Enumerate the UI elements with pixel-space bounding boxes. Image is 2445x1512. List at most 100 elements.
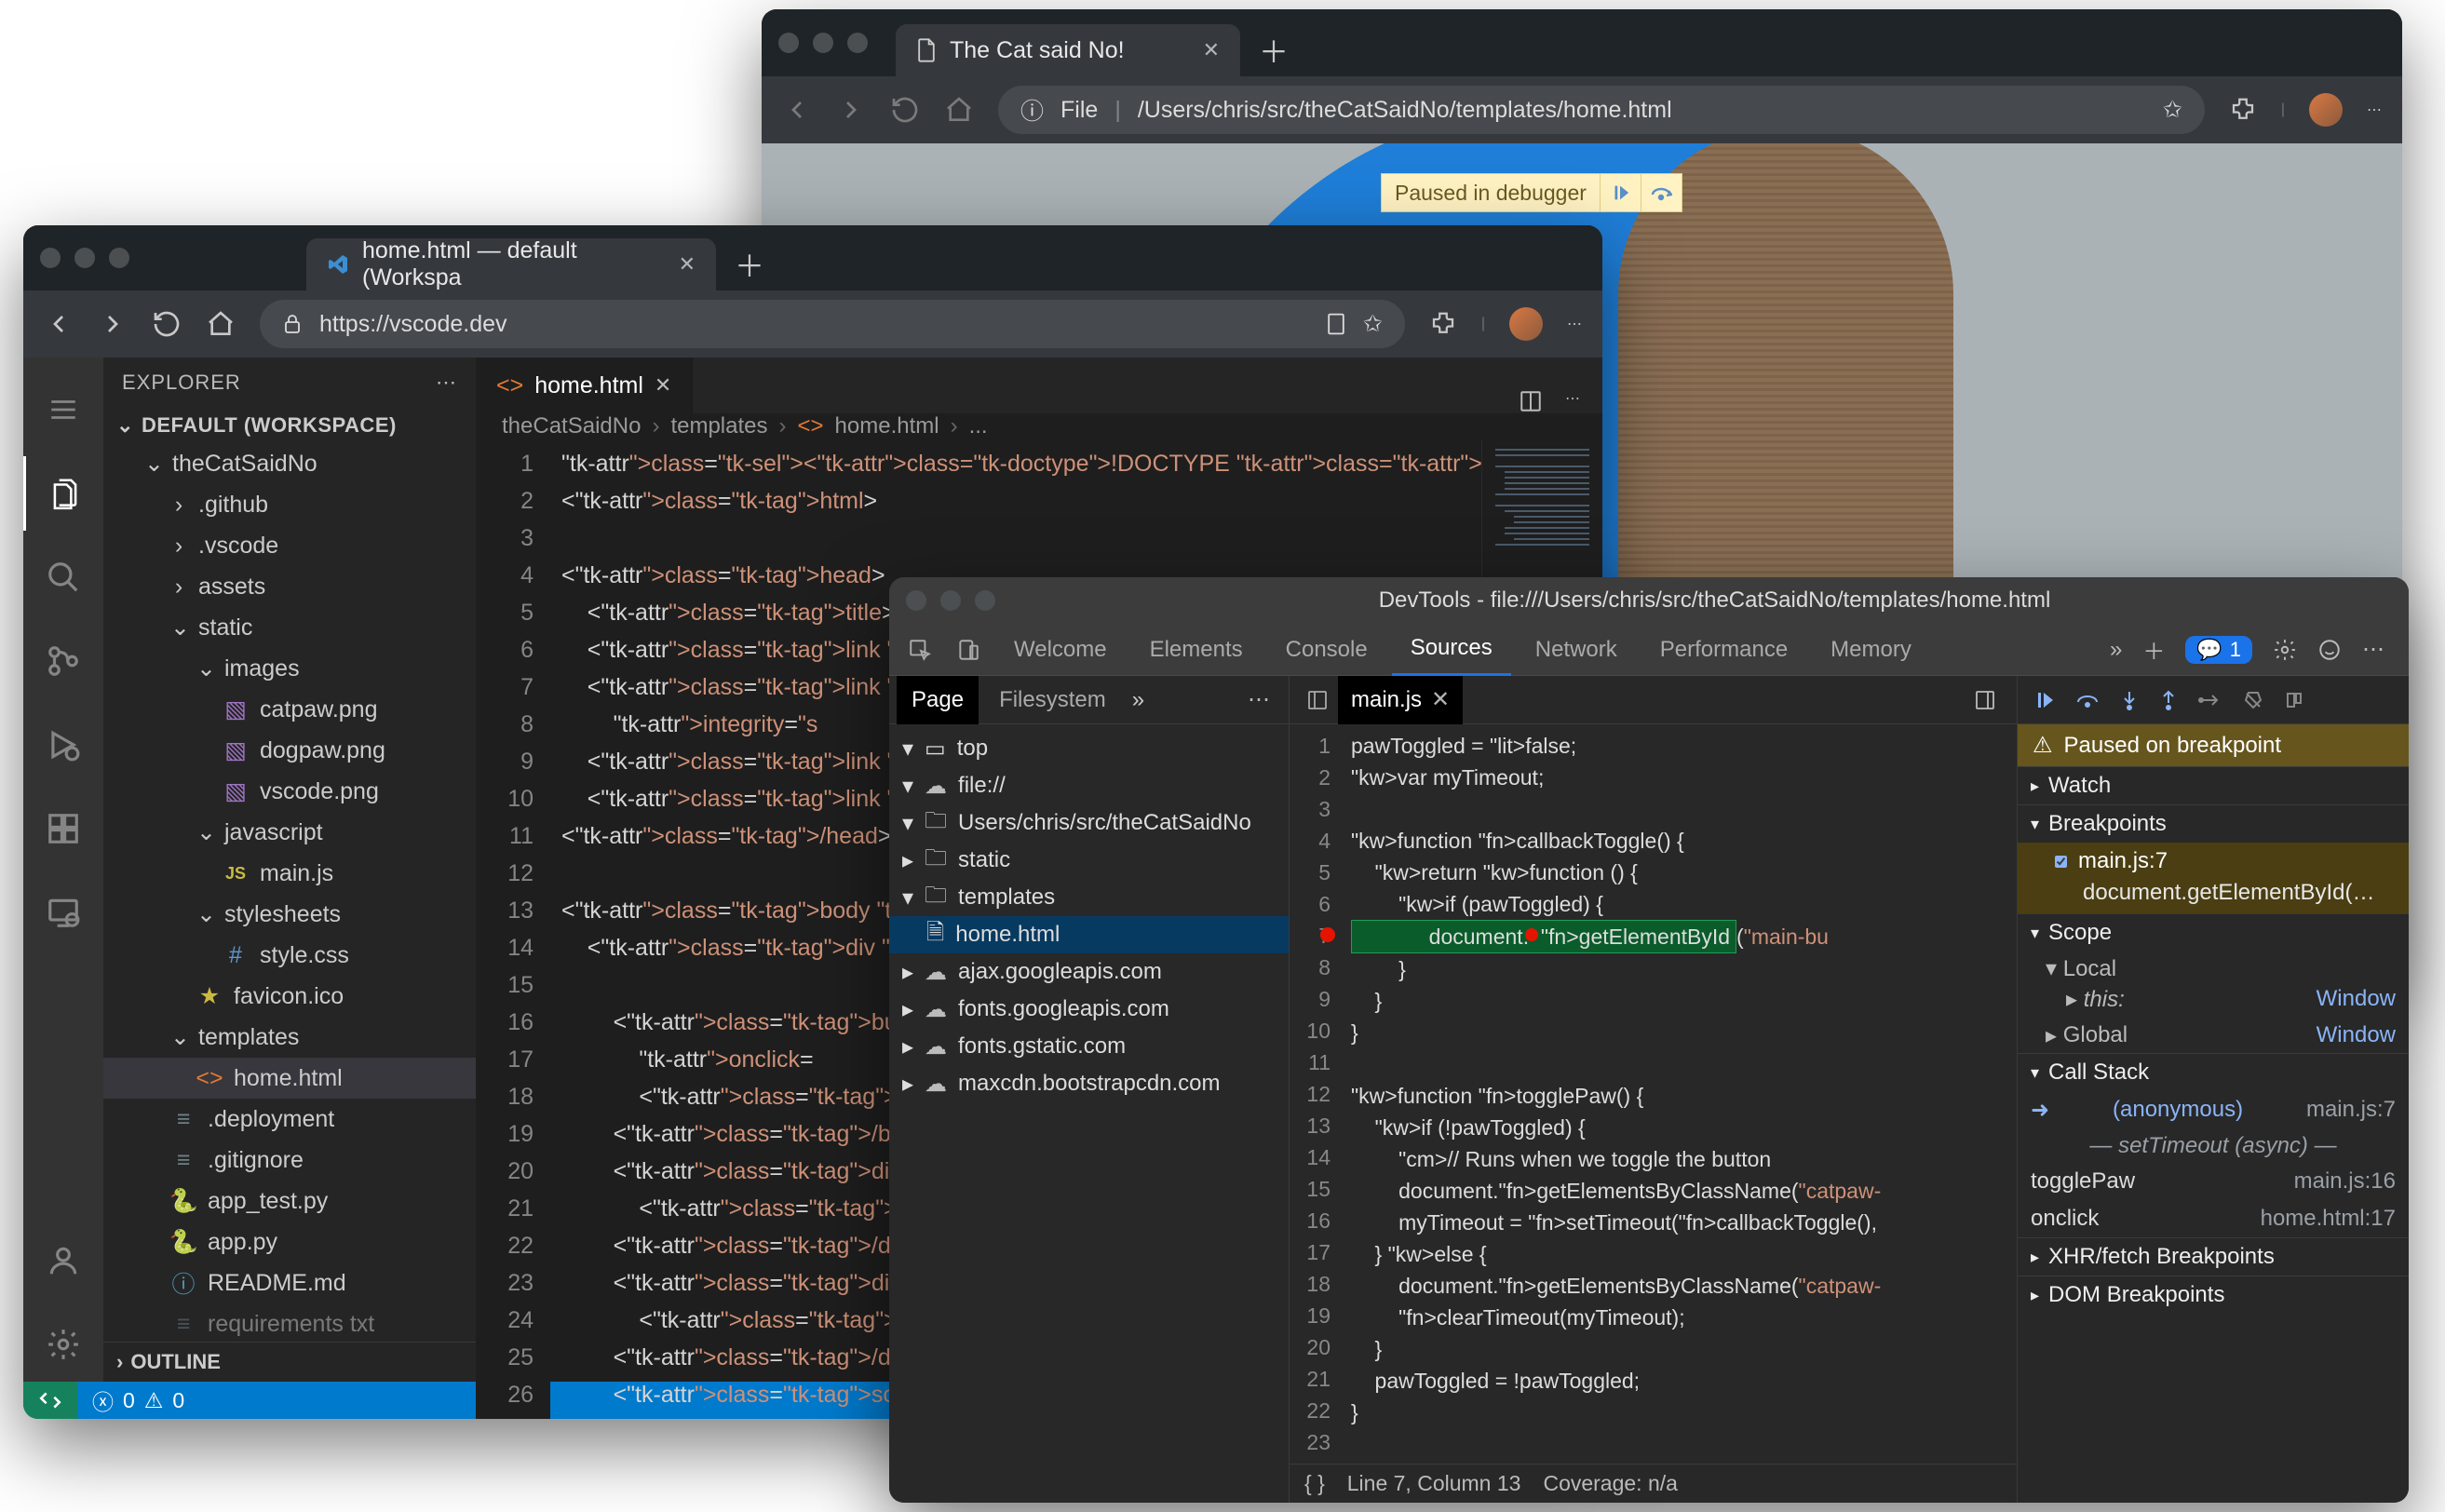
scope-this[interactable]: ▸ this: Window (2018, 986, 2409, 1019)
tab-sources[interactable]: Sources (1392, 624, 1511, 676)
search-icon[interactable] (23, 540, 103, 614)
traffic-close[interactable] (906, 590, 926, 611)
favorite-icon[interactable]: ✩ (1363, 310, 1383, 338)
back-icon[interactable] (782, 95, 812, 125)
callstack-frame[interactable]: togglePawmain.js:16 (2018, 1163, 2409, 1200)
editor-tab[interactable]: <> home.html ✕ (476, 358, 693, 413)
home-icon[interactable] (206, 309, 236, 339)
more-icon[interactable]: ⋯ (2367, 101, 2382, 119)
profile-avatar[interactable] (2309, 93, 2343, 127)
source-tab[interactable]: main.js ✕ (1338, 676, 1463, 724)
explorer-icon[interactable] (23, 456, 103, 531)
section-scope[interactable]: ▾Scope (2018, 913, 2409, 952)
tree-file[interactable]: ≡.gitignore (103, 1140, 476, 1181)
step-icon[interactable] (2198, 690, 2222, 710)
section-xhr-bp[interactable]: ▸XHR/fetch Breakpoints (2018, 1237, 2409, 1276)
tab-elements[interactable]: Elements (1131, 624, 1262, 676)
more-tabs-icon[interactable]: » (1132, 687, 1144, 713)
tree-file[interactable]: ≡requirements txt (103, 1303, 476, 1342)
tree-file[interactable]: ≡.deployment (103, 1099, 476, 1140)
pause-exceptions-icon[interactable] (2284, 690, 2304, 710)
more-icon[interactable]: ⋯ (1567, 315, 1582, 333)
favorite-icon[interactable]: ✩ (2163, 96, 2182, 124)
more-icon[interactable]: ⋯ (436, 371, 457, 395)
tree-folder[interactable]: ›.vscode (103, 525, 476, 566)
reader-icon[interactable] (1326, 312, 1346, 336)
crumb[interactable]: home.html (835, 413, 939, 439)
traffic-min[interactable] (813, 33, 833, 53)
tree-file[interactable]: ⓘREADME.md (103, 1262, 476, 1303)
tree-item[interactable]: ▾🗀Users/chris/src/theCatSaidNo (889, 804, 1289, 842)
tab-network[interactable]: Network (1517, 624, 1636, 676)
vs-browser-tab[interactable]: home.html — default (Workspa ✕ (306, 238, 716, 290)
deactivate-bp-icon[interactable] (2243, 690, 2263, 710)
traffic-max[interactable] (847, 33, 868, 53)
tree-folder[interactable]: ›assets (103, 566, 476, 607)
traffic-close[interactable] (40, 248, 61, 268)
resume-icon[interactable] (1600, 174, 1641, 211)
crumb[interactable]: theCatSaidNo (502, 413, 641, 439)
resume-icon[interactable] (2033, 689, 2055, 711)
more-icon[interactable]: ⋯ (1565, 389, 1580, 413)
outline-section[interactable]: ›OUTLINE (103, 1342, 476, 1382)
tree-item-selected[interactable]: 🗎home.html (889, 916, 1289, 953)
extensions-icon[interactable] (2229, 96, 2257, 124)
crumb[interactable]: ... (969, 413, 988, 439)
tree-file[interactable]: 🐍app.py (103, 1222, 476, 1262)
problems-counter[interactable]: ⓧ0 ⚠0 (77, 1384, 199, 1416)
breakpoint-item[interactable]: main.js:7 (2018, 843, 2409, 880)
section-breakpoints[interactable]: ▾Breakpoints (2018, 804, 2409, 843)
tab-performance[interactable]: Performance (1641, 624, 1806, 676)
tree-item[interactable]: ▾▭top (889, 730, 1289, 767)
traffic-min[interactable] (940, 590, 961, 611)
code-lines[interactable]: pawToggled = "lit>false; "kw>var myTimeo… (1342, 724, 2017, 1464)
scope-local[interactable]: ▾ Local (2018, 952, 2409, 986)
breadcrumb[interactable]: theCatSaidNo› templates› <> home.html› .… (476, 413, 1602, 439)
device-icon[interactable] (947, 638, 990, 662)
traffic-close[interactable] (778, 33, 799, 53)
step-out-icon[interactable] (2159, 689, 2178, 711)
bg-address-bar[interactable]: ⓘ File | /Users/chris/src/theCatSaidNo/t… (998, 86, 2205, 134)
new-tab-button[interactable]: ＋ (735, 243, 764, 286)
tree-folder[interactable]: ⌄theCatSaidNo (103, 443, 476, 484)
nav-tab-page[interactable]: Page (897, 676, 979, 724)
tree-file[interactable]: #style.css (103, 935, 476, 976)
tree-file-selected[interactable]: <>home.html (103, 1058, 476, 1099)
section-dom-bp[interactable]: ▸DOM Breakpoints (2018, 1276, 2409, 1314)
tree-item[interactable]: ▸🗀static (889, 842, 1289, 879)
tree-folder[interactable]: ⌄stylesheets (103, 894, 476, 935)
tree-file[interactable]: ▧vscode.png (103, 771, 476, 812)
reload-icon[interactable] (152, 309, 182, 339)
remote-indicator[interactable] (23, 1382, 77, 1419)
gear-icon[interactable] (23, 1307, 103, 1382)
dt-code-area[interactable]: 123456789101112131415161718192021222324 … (1290, 724, 2017, 1464)
tree-folder[interactable]: ⌄templates (103, 1017, 476, 1058)
traffic-min[interactable] (74, 248, 95, 268)
traffic-max[interactable] (975, 590, 995, 611)
tree-item[interactable]: ▾🗀templates (889, 879, 1289, 916)
remote-explorer-icon[interactable] (23, 875, 103, 950)
profile-avatar[interactable] (1509, 307, 1543, 341)
tree-item[interactable]: ▸☁fonts.googleapis.com (889, 991, 1289, 1028)
extensions-view-icon[interactable] (23, 791, 103, 866)
split-icon[interactable] (1519, 389, 1543, 413)
tree-item[interactable]: ▸☁maxcdn.bootstrapcdn.com (889, 1065, 1289, 1102)
tab-console[interactable]: Console (1267, 624, 1386, 676)
nav-tab-filesystem[interactable]: Filesystem (984, 676, 1121, 724)
close-icon[interactable]: ✕ (1203, 38, 1220, 62)
tree-folder[interactable]: ⌄javascript (103, 812, 476, 853)
callstack-frame[interactable]: (anonymous)main.js:7 (2018, 1091, 2409, 1129)
toggle-debugger-icon[interactable] (1961, 689, 2009, 711)
feedback-icon[interactable] (2317, 638, 2342, 662)
more-tabs-icon[interactable]: » (2110, 637, 2122, 663)
section-callstack[interactable]: ▾Call Stack (2018, 1053, 2409, 1091)
step-over-icon[interactable] (2075, 690, 2100, 710)
info-icon[interactable]: ⓘ (1020, 93, 1044, 127)
tab-welcome[interactable]: Welcome (995, 624, 1126, 676)
tree-folder[interactable]: ›.github (103, 484, 476, 525)
close-icon[interactable]: ✕ (679, 252, 696, 277)
tree-file[interactable]: JSmain.js (103, 853, 476, 894)
tree-folder[interactable]: ⌄static (103, 607, 476, 648)
more-icon[interactable]: ⋯ (1236, 686, 1281, 713)
tree-folder[interactable]: ⌄images (103, 648, 476, 689)
